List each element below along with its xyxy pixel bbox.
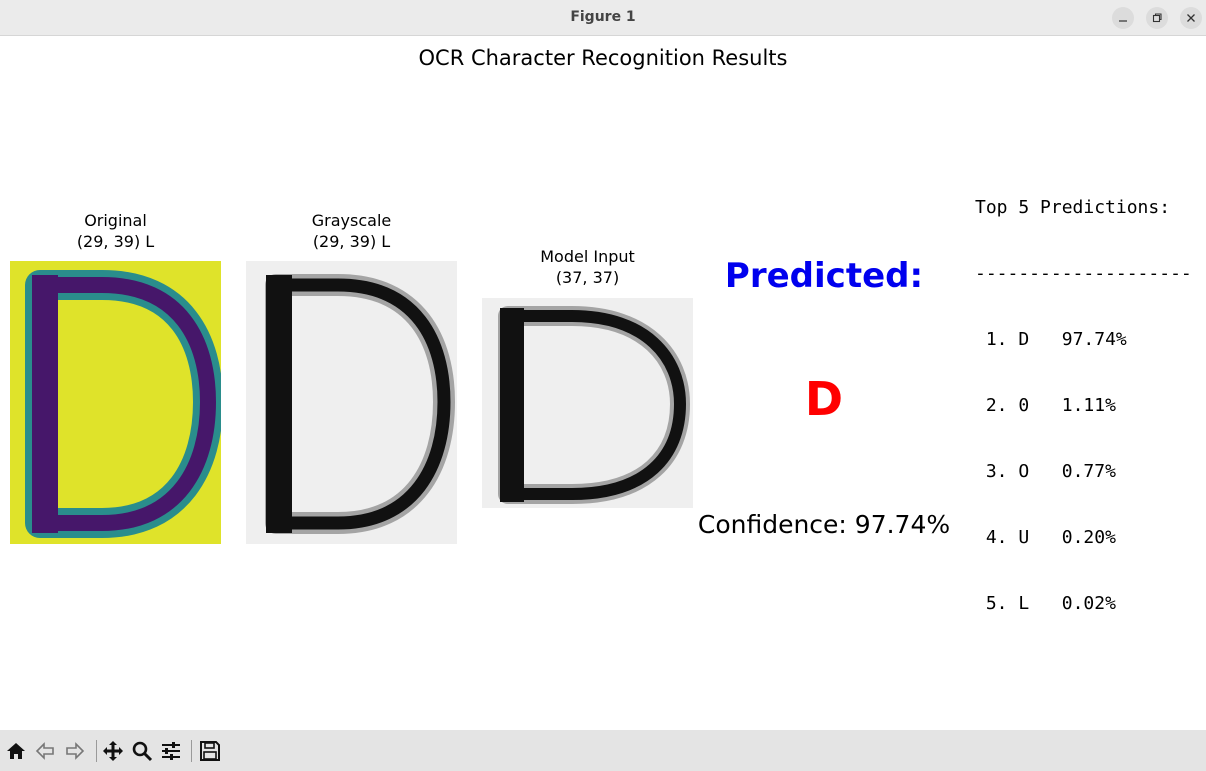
grayscale-panel-title: Grayscale (29, 39) L	[246, 210, 457, 252]
original-title-line1: Original	[84, 211, 147, 230]
minimize-icon	[1119, 20, 1127, 22]
forward-button[interactable]	[62, 738, 88, 764]
top5-row: 1. D 97.74%	[985, 329, 1127, 350]
top5-predictions: Top 5 Predictions: -------------------- …	[975, 153, 1206, 659]
original-image	[10, 261, 221, 544]
navigation-toolbar	[0, 730, 1206, 771]
zoom-magnifier-icon	[132, 741, 153, 762]
top5-row: 3. O 0.77%	[985, 461, 1116, 482]
top5-row: 4. U 0.20%	[985, 527, 1116, 548]
configure-subplots-icon	[162, 742, 180, 760]
window-title: Figure 1	[570, 9, 636, 25]
configure-subplots-button[interactable]	[158, 738, 184, 764]
original-title-line2: (29, 39) L	[76, 232, 155, 251]
top5-header: Top 5 Predictions:	[975, 197, 1171, 218]
zoom-button[interactable]	[129, 738, 155, 764]
model-input-title-line2: (37, 37)	[555, 268, 620, 287]
pan-button[interactable]	[100, 738, 126, 764]
model-input-panel-title: Model Input (37, 37)	[482, 246, 693, 288]
back-button[interactable]	[32, 738, 58, 764]
top5-row: 5. L 0.02%	[985, 593, 1116, 614]
save-floppy-icon	[200, 741, 220, 761]
close-icon	[1187, 14, 1195, 22]
forward-arrow-icon	[66, 742, 85, 760]
predicted-character: D	[804, 372, 844, 426]
save-button[interactable]	[197, 738, 223, 764]
toolbar-separator	[96, 740, 97, 762]
confidence-text: Confidence: 97.74%	[697, 510, 951, 539]
window-titlebar: Figure 1	[0, 0, 1206, 36]
pan-move-icon	[103, 741, 123, 761]
home-button[interactable]	[3, 738, 29, 764]
close-button[interactable]	[1180, 7, 1202, 29]
model-input-title-line1: Model Input	[540, 247, 635, 266]
toolbar-separator	[191, 740, 192, 762]
grayscale-image	[246, 261, 457, 544]
maximize-icon	[1152, 13, 1162, 23]
maximize-button[interactable]	[1146, 7, 1168, 29]
figure-title: OCR Character Recognition Results	[418, 46, 788, 70]
minimize-button[interactable]	[1112, 7, 1134, 29]
predicted-label: Predicted:	[724, 256, 924, 296]
home-icon	[7, 743, 25, 759]
original-panel-title: Original (29, 39) L	[10, 210, 221, 252]
grayscale-title-line1: Grayscale	[311, 211, 392, 230]
back-arrow-icon	[35, 742, 54, 760]
top5-row: 2. 0 1.11%	[985, 395, 1116, 416]
grayscale-title-line2: (29, 39) L	[312, 232, 391, 251]
top5-separator: --------------------	[975, 263, 1192, 284]
model-input-image	[482, 298, 693, 508]
figure-canvas[interactable]: OCR Character Recognition Results Origin…	[0, 36, 1206, 730]
